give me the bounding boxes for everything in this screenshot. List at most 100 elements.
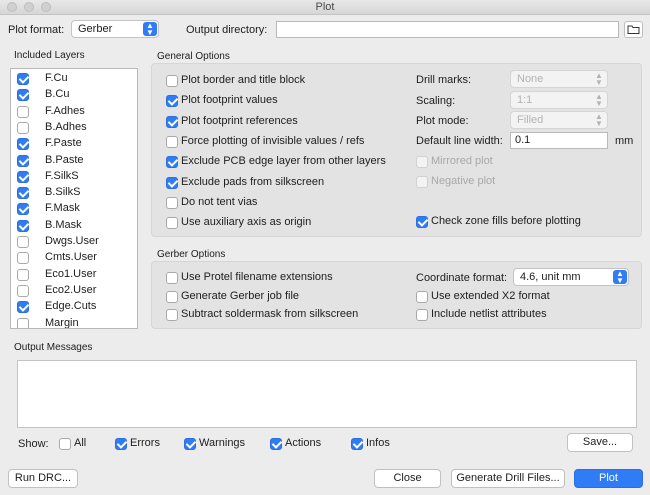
layer-row-b-paste[interactable]: B.Paste [11,153,137,169]
netlist-attributes-label: Include netlist attributes [431,308,547,320]
layer-checkbox[interactable] [17,236,29,248]
filter-actions-checkbox[interactable] [270,438,282,450]
layer-row-eco2-user[interactable]: Eco2.User [11,283,137,299]
gerber-options-title: Gerber Options [157,249,226,260]
included-layers-list[interactable]: F.Cu B.Cu F.Adhes B.Adhes F.Paste B.Paste F.Si… [10,68,138,329]
layer-label: Cmts.User [45,251,97,264]
protel-extensions-checkbox[interactable] [166,272,178,284]
layer-checkbox[interactable] [17,268,29,281]
layer-checkbox[interactable] [17,138,29,151]
x2-format-label: Use extended X2 format [431,290,550,302]
x2-format-checkbox[interactable] [416,291,428,303]
layer-row-margin[interactable]: Margin [11,316,137,329]
title-bar: Plot [0,0,650,15]
filter-all-checkbox[interactable] [59,438,71,450]
gerber-job-file-checkbox[interactable] [166,290,178,303]
updown-caret-icon: ▲ ▼ [613,270,627,285]
layer-label: F.SilkS [45,169,79,182]
do-not-tent-vias-label: Do not tent vias [181,195,258,208]
close-button[interactable]: Close [374,469,441,488]
save-messages-button[interactable]: Save... [567,433,633,452]
exclude-pads-silkscreen-checkbox[interactable] [166,176,178,189]
layer-checkbox[interactable] [17,252,29,265]
layer-checkbox[interactable] [17,89,29,102]
plot-footprint-references-label: Plot footprint references [181,114,298,127]
layer-row-b-silks[interactable]: B.SilkS [11,185,137,201]
layer-checkbox[interactable] [17,301,29,314]
output-directory-input[interactable] [276,21,619,38]
show-label: Show: [18,438,49,450]
layer-row-eco1-user[interactable]: Eco1.User [11,267,137,283]
layer-checkbox[interactable] [17,170,29,183]
do-not-tent-vias-checkbox[interactable] [166,196,178,209]
line-width-input[interactable]: 0.1 [510,132,608,149]
browse-directory-button[interactable] [624,21,643,38]
filter-infos-checkbox[interactable] [351,438,363,450]
force-invisible-checkbox[interactable] [166,135,178,148]
plot-mode-select[interactable]: Filled ▲ ▼ [510,111,608,129]
protel-extensions-label: Use Protel filename extensions [181,271,333,283]
layer-label: Eco1.User [45,267,97,280]
window-title: Plot [315,1,335,13]
negative-plot-checkbox[interactable] [416,176,428,188]
filter-infos-label: Infos [366,437,390,449]
updown-caret-icon: ▲ ▼ [595,71,603,87]
updown-caret-icon: ▲ ▼ [595,92,603,108]
updown-caret-icon: ▲ ▼ [143,22,157,37]
layer-checkbox[interactable] [17,284,29,297]
plot-format-select[interactable]: Gerber ▲ ▼ [71,20,159,38]
layer-row-f-adhes[interactable]: F.Adhes [11,104,137,120]
run-drc-button[interactable]: Run DRC... [8,469,78,488]
layer-row-b-mask[interactable]: B.Mask [11,218,137,234]
layer-row-b-cu[interactable]: B.Cu [11,87,137,103]
plot-border-label: Plot border and title block [181,74,306,86]
layer-checkbox[interactable] [17,317,29,328]
layer-row-f-silks[interactable]: F.SilkS [11,169,137,185]
plot-format-value: Gerber [78,23,113,35]
layer-checkbox[interactable] [17,73,29,85]
layer-label: B.Paste [45,153,84,166]
filter-warnings-checkbox[interactable] [184,438,196,450]
layer-row-b-adhes[interactable]: B.Adhes [11,120,137,136]
drill-marks-select[interactable]: None ▲ ▼ [510,70,608,88]
line-width-unit: mm [615,135,634,147]
plot-footprint-values-checkbox[interactable] [166,95,178,108]
aux-axis-origin-checkbox[interactable] [166,217,178,230]
mirrored-plot-checkbox[interactable] [416,156,428,168]
layer-row-f-cu[interactable]: F.Cu [11,71,137,87]
layer-checkbox[interactable] [17,105,29,118]
coord-format-select[interactable]: 4.6, unit mm ▲ ▼ [513,268,629,286]
layer-checkbox[interactable] [17,121,29,134]
layer-label: Margin [45,316,79,329]
layer-row-edge-cuts[interactable]: Edge.Cuts [11,299,137,315]
layer-row-dwgs-user[interactable]: Dwgs.User [11,234,137,250]
plot-border-checkbox[interactable] [166,75,178,87]
layer-row-f-paste[interactable]: F.Paste [11,136,137,152]
scaling-select[interactable]: 1:1 ▲ ▼ [510,91,608,109]
layer-checkbox[interactable] [17,187,29,200]
plot-footprint-references-checkbox[interactable] [166,115,178,128]
layer-checkbox[interactable] [17,154,29,167]
layer-row-f-mask[interactable]: F.Mask [11,201,137,217]
subtract-soldermask-checkbox[interactable] [166,309,178,321]
force-invisible-label: Force plotting of invisible values / ref… [181,134,365,147]
layer-label: F.Mask [45,202,80,215]
output-messages-box[interactable] [17,360,637,428]
layer-checkbox[interactable] [17,219,29,232]
layer-label: B.Mask [45,218,82,231]
filter-errors-checkbox[interactable] [115,438,127,450]
netlist-attributes-checkbox[interactable] [416,309,428,321]
general-options-panel [151,63,642,237]
plot-button[interactable]: Plot [574,469,643,488]
filter-all-label: All [74,437,87,449]
exclude-edge-layer-label: Exclude PCB edge layer from other layers [181,155,386,168]
zone-fills-checkbox[interactable] [416,216,428,228]
layer-row-cmts-user[interactable]: Cmts.User [11,250,137,266]
layer-checkbox[interactable] [17,203,29,216]
exclude-edge-layer-checkbox[interactable] [166,156,178,169]
included-layers-title: Included Layers [14,50,85,61]
mirrored-plot-label: Mirrored plot [431,155,493,167]
generate-drill-files-button[interactable]: Generate Drill Files... [451,469,565,488]
coord-format-label: Coordinate format: [416,272,508,284]
layer-label: F.Adhes [45,104,85,117]
